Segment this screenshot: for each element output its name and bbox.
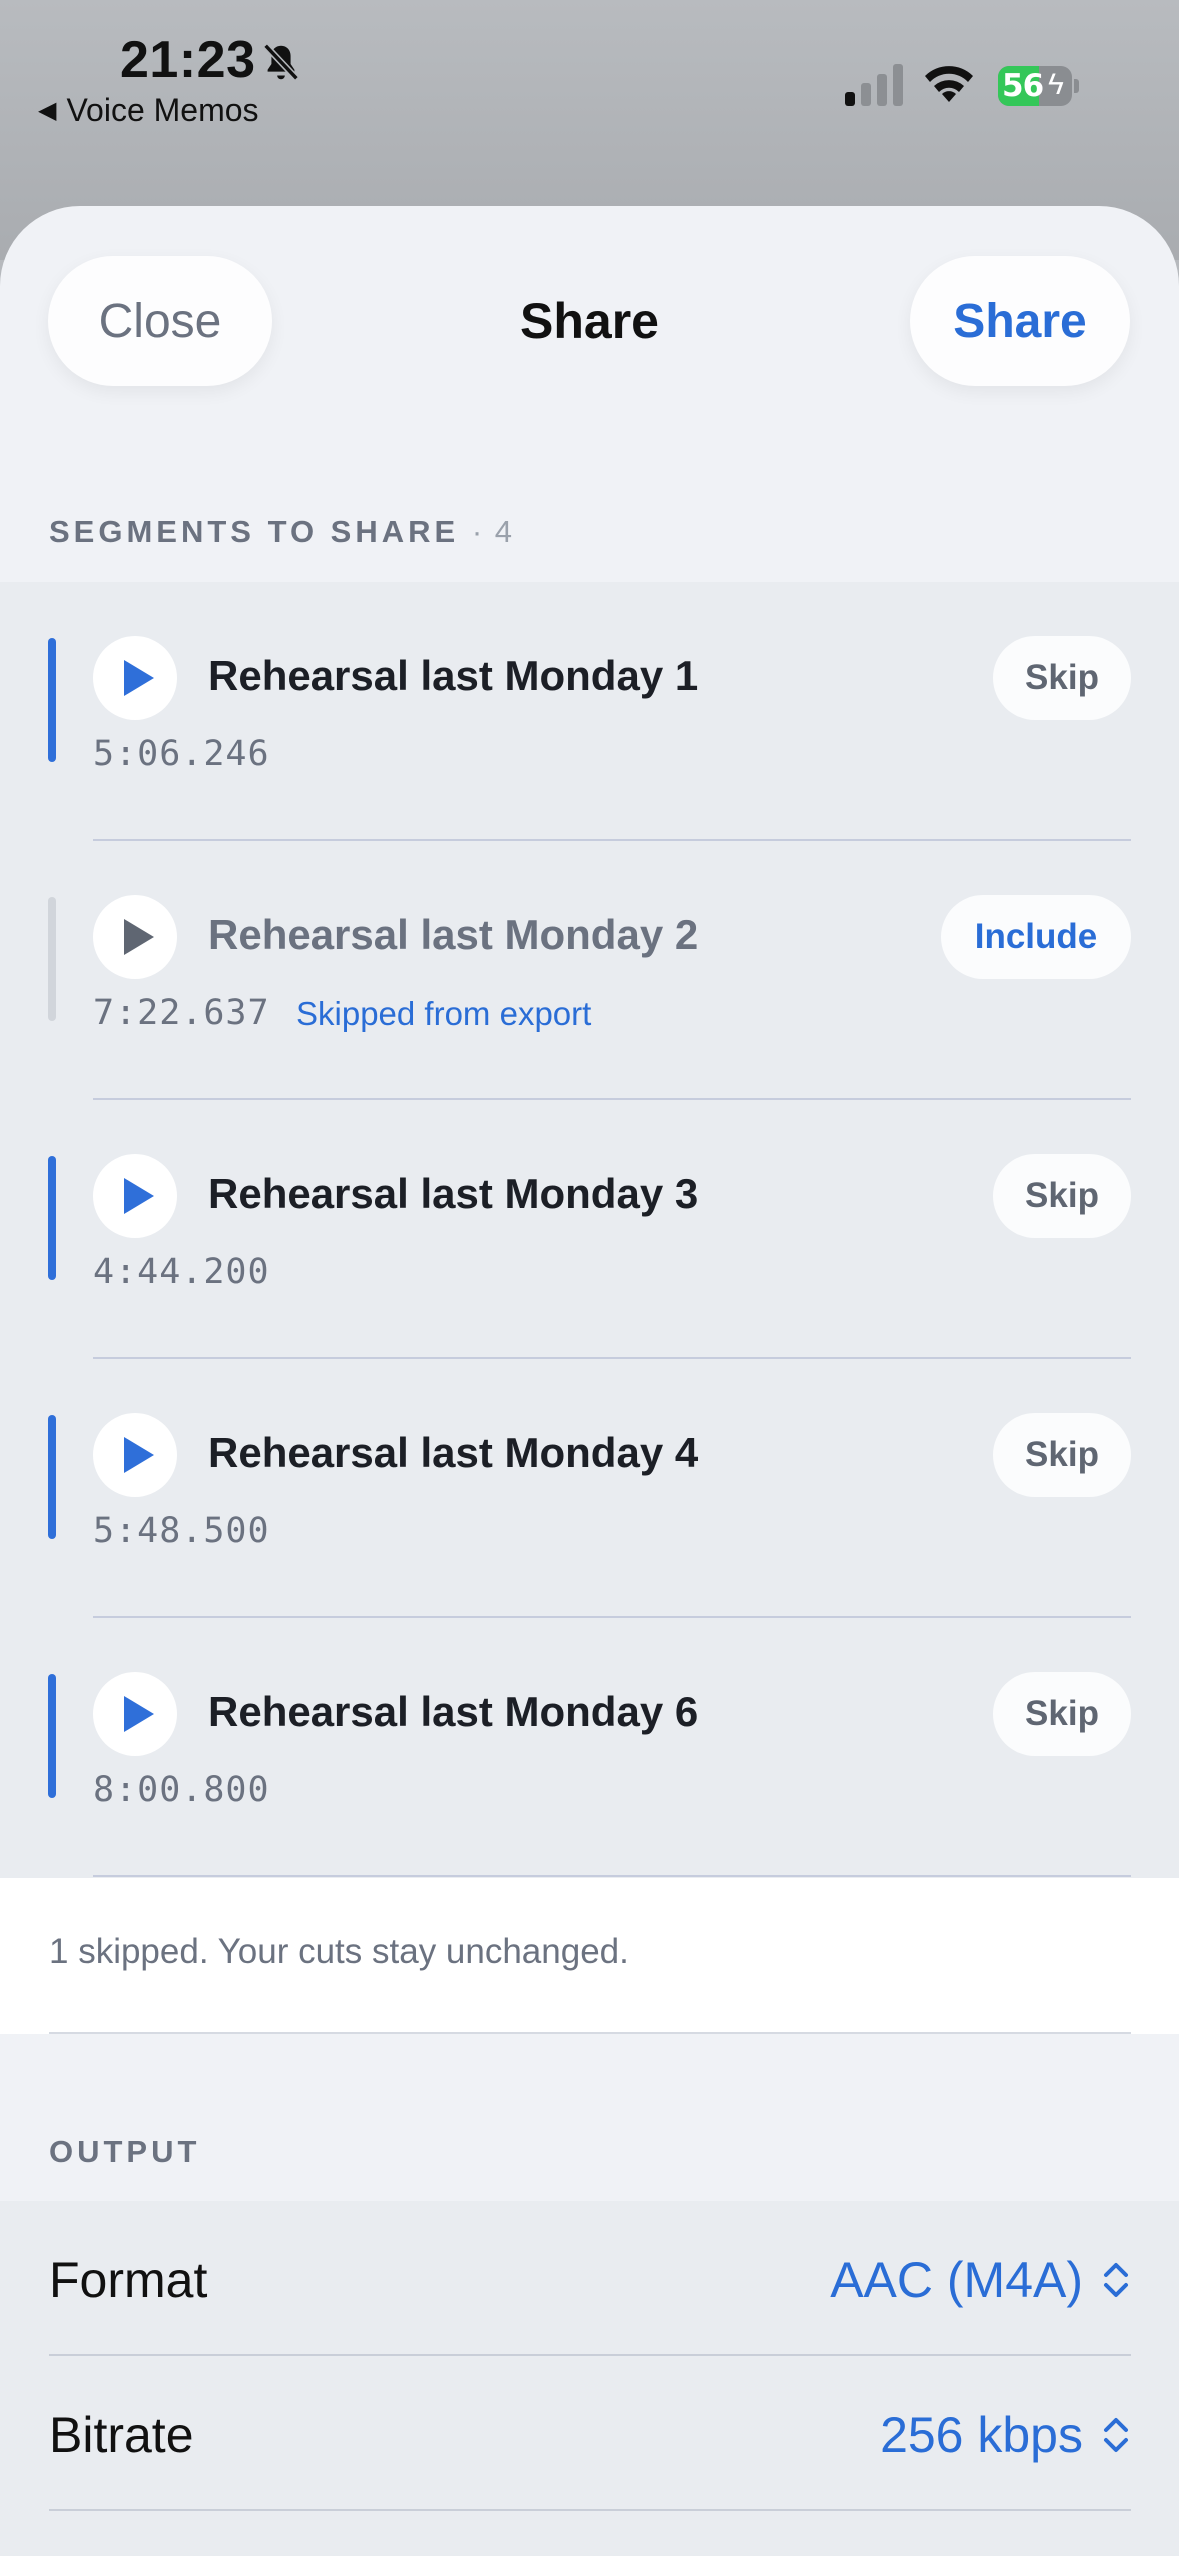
segment-title: Rehearsal last Monday 3: [208, 1170, 699, 1217]
play-icon: [124, 1696, 154, 1732]
segment-duration: 7:22.637: [93, 993, 270, 1033]
share-sheet: Close Share Share SEGMENTS TO SHARE · 4 …: [0, 206, 1179, 2556]
segment-title: Rehearsal last Monday 4: [208, 1429, 699, 1476]
back-triangle-icon: ◀: [38, 97, 57, 124]
charging-bolt-icon: ϟ: [1048, 68, 1064, 101]
segment-row: Rehearsal last Monday 3 4:44.200 Skip: [0, 1100, 1179, 1359]
segment-duration: 8:00.800: [93, 1770, 270, 1810]
include-button[interactable]: Include: [941, 895, 1131, 979]
chevron-updown-icon: [1104, 2263, 1128, 2297]
segment-row: Rehearsal last Monday 6 8:00.800 Skip: [0, 1618, 1179, 1877]
battery-level: 56: [1002, 68, 1044, 104]
play-button[interactable]: [93, 636, 177, 720]
included-indicator: [48, 1415, 56, 1539]
skip-button[interactable]: Skip: [993, 1672, 1131, 1756]
bell-slash-icon: [263, 43, 299, 81]
bitrate-label: Bitrate: [49, 2407, 194, 2463]
output-section-label: OUTPUT: [49, 2134, 201, 2169]
play-button[interactable]: [93, 1154, 177, 1238]
play-button[interactable]: [93, 1413, 177, 1497]
segments-list: Rehearsal last Monday 1 5:06.246 Skip Re…: [0, 582, 1179, 1878]
back-to-app-link[interactable]: ◀ Voice Memos: [38, 92, 259, 129]
bitrate-picker[interactable]: 256 kbps: [880, 2406, 1131, 2464]
segment-row: Rehearsal last Monday 2 7:22.637 Skipped…: [0, 841, 1179, 1100]
play-icon: [124, 1178, 154, 1214]
bitrate-row[interactable]: Bitrate 256 kbps: [0, 2356, 1179, 2511]
format-label: Format: [49, 2252, 208, 2308]
segments-count: · 4: [471, 514, 515, 549]
share-button[interactable]: Share: [910, 256, 1130, 386]
divider: [93, 1875, 1131, 1877]
skip-button[interactable]: Skip: [993, 1413, 1131, 1497]
included-indicator: [48, 638, 56, 762]
back-app-label: Voice Memos: [66, 92, 259, 128]
play-button[interactable]: [93, 1672, 177, 1756]
divider: [49, 2032, 1131, 2034]
play-button[interactable]: [93, 895, 177, 979]
segments-section-header: SEGMENTS TO SHARE · 4: [49, 514, 514, 550]
skip-button[interactable]: Skip: [993, 1154, 1131, 1238]
bitrate-value: 256 kbps: [880, 2407, 1083, 2463]
format-picker[interactable]: AAC (M4A): [830, 2251, 1131, 2309]
segment-duration: 5:06.246: [93, 734, 270, 774]
segment-row: Rehearsal last Monday 4 5:48.500 Skip: [0, 1359, 1179, 1618]
included-indicator: [48, 1674, 56, 1798]
output-settings: Format AAC (M4A) Bitrate 256 kbps: [0, 2201, 1179, 2556]
chevron-updown-icon: [1104, 2418, 1128, 2452]
segments-section-label: SEGMENTS TO SHARE: [49, 514, 460, 549]
skipped-summary-text: 1 skipped. Your cuts stay unchanged.: [49, 1932, 629, 1971]
skipped-note: Skipped from export: [296, 995, 592, 1032]
wifi-icon: [925, 66, 973, 102]
segment-title: Rehearsal last Monday 1: [208, 652, 699, 699]
included-indicator: [48, 1156, 56, 1280]
divider: [49, 2509, 1131, 2511]
format-value: AAC (M4A): [830, 2252, 1083, 2308]
play-icon: [124, 660, 154, 696]
segment-duration: 5:48.500: [93, 1511, 270, 1551]
play-icon: [124, 1437, 154, 1473]
play-icon: [124, 919, 154, 955]
skip-button[interactable]: Skip: [993, 636, 1131, 720]
format-row[interactable]: Format AAC (M4A): [0, 2201, 1179, 2356]
segment-duration: 4:44.200: [93, 1252, 270, 1292]
skipped-indicator: [48, 897, 56, 1021]
segment-title: Rehearsal last Monday 2: [208, 911, 699, 958]
segment-row: Rehearsal last Monday 1 5:06.246 Skip: [0, 582, 1179, 841]
battery-icon: 56 ϟ: [998, 66, 1079, 106]
skipped-summary: 1 skipped. Your cuts stay unchanged.: [0, 1878, 1179, 2034]
signal-icon: [845, 64, 903, 106]
status-time: 21:23: [120, 31, 256, 89]
segment-title: Rehearsal last Monday 6: [208, 1688, 699, 1735]
